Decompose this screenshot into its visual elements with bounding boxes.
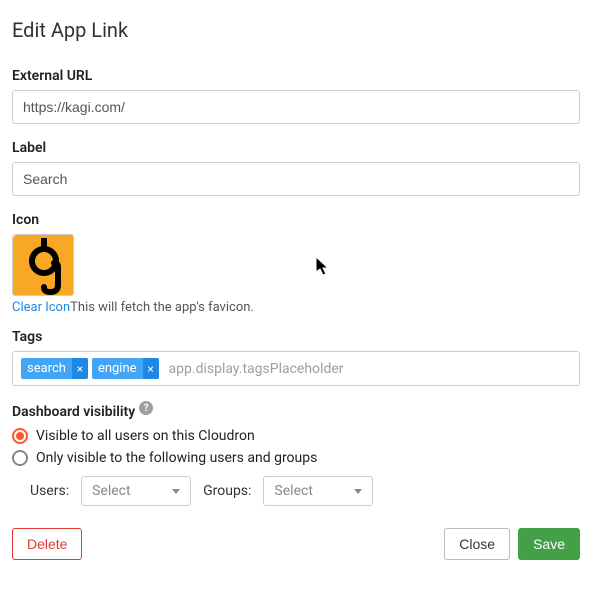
external-url-input[interactable] <box>12 90 580 124</box>
visibility-option-restricted[interactable]: Only visible to the following users and … <box>12 450 580 466</box>
label-input[interactable] <box>12 162 580 196</box>
radio-checked-icon <box>12 428 28 444</box>
favicon-message: This will fetch the app's favicon. <box>70 300 254 315</box>
users-select-placeholder: Select <box>92 483 130 499</box>
chevron-down-icon <box>172 489 180 494</box>
tags-label: Tags <box>12 329 580 345</box>
tags-placeholder: app.display.tagsPlaceholder <box>163 361 344 377</box>
icon-label: Icon <box>12 212 580 228</box>
groups-label: Groups: <box>203 483 251 499</box>
tag-item: search × <box>21 358 88 379</box>
visibility-option-all-label: Visible to all users on this Cloudron <box>36 428 255 444</box>
tag-item: engine × <box>92 358 159 379</box>
tag-label: engine <box>92 358 143 379</box>
visibility-option-all[interactable]: Visible to all users on this Cloudron <box>12 428 580 444</box>
tags-input[interactable]: search × engine × app.display.tagsPlaceh… <box>12 351 580 386</box>
groups-select[interactable]: Select <box>263 476 373 506</box>
tag-remove-icon[interactable]: × <box>72 358 88 379</box>
kagi-logo-icon <box>13 235 74 296</box>
delete-button[interactable]: Delete <box>12 528 82 560</box>
users-select[interactable]: Select <box>81 476 191 506</box>
chevron-down-icon <box>354 489 362 494</box>
visibility-label: Dashboard visibility <box>12 404 135 420</box>
visibility-option-restricted-label: Only visible to the following users and … <box>36 450 317 466</box>
close-button[interactable]: Close <box>444 528 510 560</box>
external-url-label: External URL <box>12 68 580 84</box>
app-icon-preview[interactable] <box>12 234 74 296</box>
users-label: Users: <box>30 483 69 499</box>
save-button[interactable]: Save <box>518 528 580 560</box>
dialog-title: Edit App Link <box>12 18 580 42</box>
clear-icon-link[interactable]: Clear Icon <box>12 300 70 315</box>
tag-remove-icon[interactable]: × <box>143 358 159 379</box>
groups-select-placeholder: Select <box>274 483 312 499</box>
radio-unchecked-icon <box>12 450 28 466</box>
help-icon[interactable]: ? <box>139 401 153 415</box>
tag-label: search <box>21 358 72 379</box>
label-label: Label <box>12 140 580 156</box>
